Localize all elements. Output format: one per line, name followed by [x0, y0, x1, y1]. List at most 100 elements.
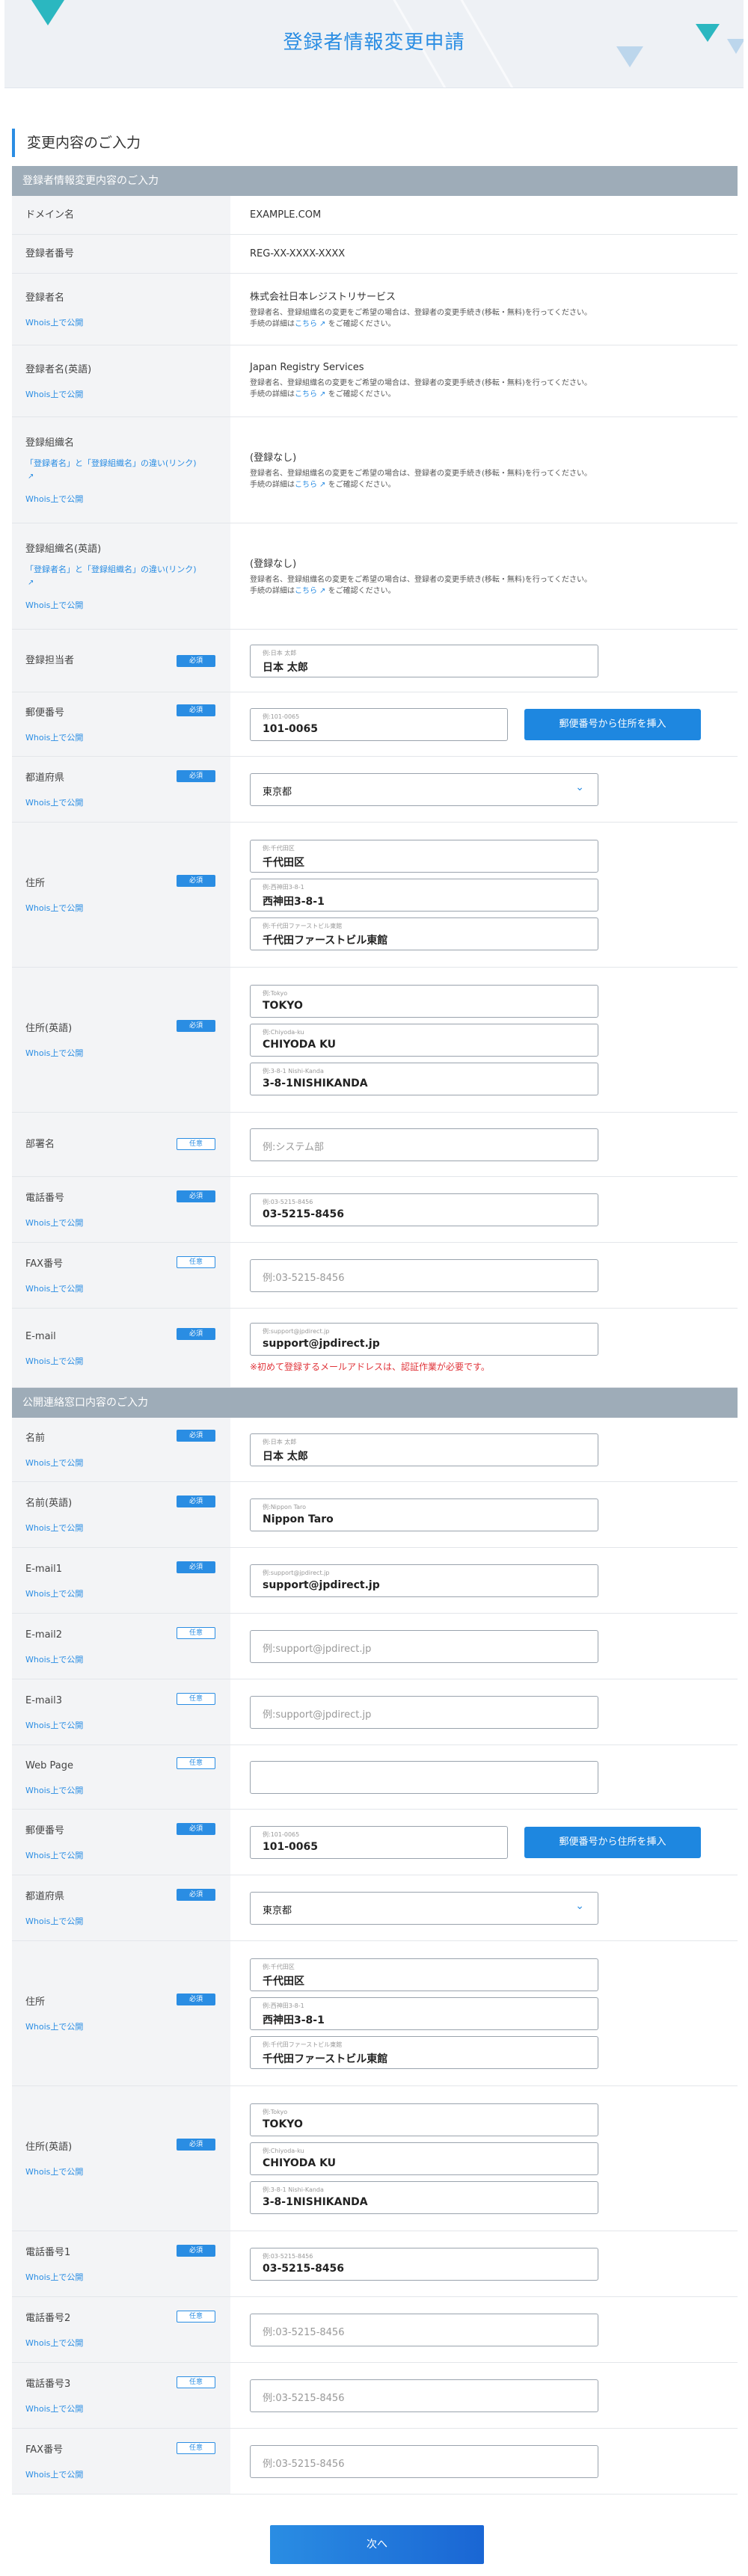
- diff-link[interactable]: 「登録者名」と「登録組織名」の違い(リンク) ↗: [25, 458, 217, 482]
- contact-input[interactable]: 例:日本 太郎 日本 太郎: [250, 644, 598, 677]
- row-pref: 都道府県 必須 Whois上で公開 東京都 ⌄: [12, 757, 738, 823]
- details-link[interactable]: こちら ↗: [295, 587, 325, 595]
- whois-public-label: Whois上で公開: [25, 2166, 84, 2177]
- optional-badge: 任意: [177, 2311, 215, 2323]
- row-public-email2: E-mail2 任意 Whois上で公開 例:support@jpdirect.jp: [12, 1614, 738, 1679]
- whois-public-label: Whois上で公開: [25, 2469, 84, 2480]
- public-pref-select[interactable]: 東京都 ⌄: [250, 1891, 598, 1925]
- public-name-en-input[interactable]: 例:Nippon Taro Nippon Taro: [250, 1498, 598, 1531]
- public-address-line1-input[interactable]: 例:千代田区 千代田区: [250, 1958, 598, 1991]
- row-public-address: 住所 必須 Whois上で公開 例:千代田区 千代田区 例:西神田3-8-1 西神田3-…: [12, 1941, 738, 2086]
- row-public-name: 名前 必須 Whois上で公開 例:日本 太郎 日本 太郎: [12, 1418, 738, 1482]
- required-badge: 必須: [177, 1190, 215, 1202]
- row-public-email1: E-mail1 必須 Whois上で公開 例:support@jpdirect.jp…: [12, 1548, 738, 1614]
- address-en-line3-input[interactable]: 例:3-8-1 Nishi-Kanda 3-8-1NISHIKANDA: [250, 1062, 598, 1095]
- row-regno: 登録者番号 REG-XX-XXXX-XXXX: [12, 235, 738, 274]
- public-tel1-input[interactable]: 例:03-5215-8456 03-5215-8456: [250, 2247, 598, 2281]
- whois-public-label: Whois上で公開: [25, 797, 84, 808]
- public-address-en-line2-input[interactable]: 例:Chiyoda-ku CHIYODA KU: [250, 2142, 598, 2175]
- value-org-en: (登録なし): [250, 558, 297, 570]
- public-address-line3-input[interactable]: 例:千代田ファーストビル東館 千代田ファーストビル東館: [250, 2035, 598, 2069]
- row-public-address-en: 住所(英語) 必須 Whois上で公開 例:Tokyo TOKYO 例:Chiyoda…: [12, 2086, 738, 2231]
- details-link[interactable]: こちら ↗: [295, 481, 325, 489]
- whois-public-label: Whois上で公開: [25, 1217, 84, 1228]
- public-name-input[interactable]: 例:日本 太郎 日本 太郎: [250, 1433, 598, 1466]
- required-badge: 必須: [177, 704, 215, 716]
- whois-public-label: Whois上で公開: [25, 1283, 84, 1294]
- address-line3-input[interactable]: 例:千代田ファーストビル東館 千代田ファーストビル東館: [250, 917, 598, 950]
- address-en-line1-input[interactable]: 例:Tokyo TOKYO: [250, 984, 598, 1018]
- optional-badge: 任意: [177, 1757, 215, 1769]
- value-registrant-name-en: Japan Registry Services: [250, 361, 364, 373]
- next-button[interactable]: 次へ: [270, 2525, 484, 2564]
- public-tel2-input[interactable]: 例:03-5215-8456: [250, 2313, 598, 2346]
- label-registrant-name: 登録者名: [25, 292, 65, 304]
- required-badge: 必須: [177, 1328, 215, 1340]
- public-web-input[interactable]: [250, 1760, 598, 1794]
- zip-input[interactable]: 例:101-0065 101-0065: [250, 707, 508, 741]
- whois-public-label: Whois上で公開: [25, 2403, 84, 2414]
- required-badge: 必須: [177, 1496, 215, 1507]
- change-note: 登録者名、登録組織名の変更をご希望の場合は、登録者の変更手続き(移転・無料)を行…: [250, 378, 718, 401]
- band-registrant: 登録者情報変更内容のご入力: [12, 166, 738, 196]
- label-registrant-name-en: 登録者名(英語): [25, 364, 92, 376]
- page-header: 登録者情報変更申請: [4, 0, 744, 88]
- whois-public-label: Whois上で公開: [25, 903, 84, 913]
- public-email3-input[interactable]: 例:support@jpdirect.jp: [250, 1695, 598, 1729]
- row-public-tel1: 電話番号1 必須 Whois上で公開 例:03-5215-8456 03-5215-8…: [12, 2231, 738, 2297]
- row-registrant-name: 登録者名 Whois上で公開 株式会社日本レジストリサービス 登録者名、登録組織名…: [12, 274, 738, 345]
- public-address-en-line1-input[interactable]: 例:Tokyo TOKYO: [250, 2103, 598, 2136]
- chevron-down-icon: ⌄: [575, 1899, 584, 1912]
- public-zip-lookup-button[interactable]: 郵便番号から住所を挿入: [524, 1826, 701, 1858]
- public-email2-input[interactable]: 例:support@jpdirect.jp: [250, 1629, 598, 1663]
- optional-badge: 任意: [177, 2376, 215, 2388]
- whois-public-label: Whois上で公開: [25, 1048, 84, 1058]
- whois-public-label: Whois上で公開: [25, 1785, 84, 1795]
- dept-input[interactable]: 例:システム部: [250, 1128, 598, 1161]
- tel-input[interactable]: 例:03-5215-8456 03-5215-8456: [250, 1193, 598, 1226]
- details-link[interactable]: こちら ↗: [295, 320, 325, 328]
- public-email1-input[interactable]: 例:support@jpdirect.jp support@jpdirect.jp: [250, 1564, 598, 1597]
- change-note: 登録者名、登録組織名の変更をご希望の場合は、登録者の変更手続き(移転・無料)を行…: [250, 468, 718, 491]
- address-line2-input[interactable]: 例:西神田3-8-1 西神田3-8-1: [250, 878, 598, 912]
- page-title: 登録者情報変更申請: [283, 31, 465, 54]
- required-badge: 必須: [177, 1430, 215, 1442]
- details-link[interactable]: こちら ↗: [295, 390, 325, 399]
- whois-public-label: Whois上で公開: [25, 1457, 84, 1468]
- page: 登録者情報変更申請 変更内容のご入力 登録者情報変更内容のご入力 ドメイン名 E…: [0, 0, 748, 2576]
- change-note: 登録者名、登録組織名の変更をご希望の場合は、登録者の変更手続き(移転・無料)を行…: [250, 307, 718, 331]
- public-zip-input[interactable]: 例:101-0065 101-0065: [250, 1825, 508, 1859]
- required-badge: 必須: [177, 655, 215, 667]
- whois-public-label: Whois上で公開: [25, 1916, 84, 1926]
- row-public-tel3: 電話番号3 任意 Whois上で公開 例:03-5215-8456: [12, 2363, 738, 2429]
- optional-badge: 任意: [177, 1138, 215, 1150]
- email-input[interactable]: 例:support@jpdirect.jp support@jpdirect.jp: [250, 1323, 598, 1356]
- address-line1-input[interactable]: 例:千代田区 千代田区: [250, 839, 598, 873]
- label-org-en: 登録組織名(英語): [25, 543, 102, 555]
- row-public-name-en: 名前(英語) 必須 Whois上で公開 例:Nippon Taro Nippon Ta…: [12, 1482, 738, 1548]
- whois-public-label: Whois上で公開: [25, 2021, 84, 2032]
- pref-select[interactable]: 東京都 ⌄: [250, 772, 598, 806]
- public-fax-input[interactable]: 例:03-5215-8456: [250, 2444, 598, 2478]
- address-en-line2-input[interactable]: 例:Chiyoda-ku CHIYODA KU: [250, 1023, 598, 1057]
- required-badge: 必須: [177, 1889, 215, 1901]
- chevron-down-icon: ⌄: [575, 781, 584, 793]
- public-tel3-input[interactable]: 例:03-5215-8456: [250, 2379, 598, 2412]
- optional-badge: 任意: [177, 1256, 215, 1268]
- zip-lookup-button[interactable]: 郵便番号から住所を挿入: [524, 708, 701, 740]
- band-public-contact: 公開連絡窓口内容のご入力: [12, 1388, 738, 1418]
- required-badge: 必須: [177, 2139, 215, 2151]
- row-address-en: 住所(英語) 必須 Whois上で公開 例:Tokyo TOKYO 例:Chiyoda…: [12, 968, 738, 1113]
- public-address-en-line3-input[interactable]: 例:3-8-1 Nishi-Kanda 3-8-1NISHIKANDA: [250, 2180, 598, 2214]
- row-contact: 登録担当者 必須 例:日本 太郎 日本 太郎: [12, 630, 738, 692]
- public-address-line2-input[interactable]: 例:西神田3-8-1 西神田3-8-1: [250, 1996, 598, 2030]
- required-badge: 必須: [177, 2245, 215, 2257]
- required-badge: 必須: [177, 1561, 215, 1573]
- row-address: 住所 必須 Whois上で公開 例:千代田区 千代田区 例:西神田3-8-1 西神田3-…: [12, 823, 738, 968]
- change-note: 登録者名、登録組織名の変更をご希望の場合は、登録者の変更手続き(移転・無料)を行…: [250, 574, 718, 597]
- external-link-icon: ↗: [28, 578, 34, 587]
- value-regno: REG-XX-XXXX-XXXX: [250, 248, 346, 259]
- diff-link[interactable]: 「登録者名」と「登録組織名」の違い(リンク) ↗: [25, 564, 217, 588]
- fax-input[interactable]: 例:03-5215-8456: [250, 1258, 598, 1292]
- row-fax: FAX番号 任意 Whois上で公開 例:03-5215-8456: [12, 1243, 738, 1309]
